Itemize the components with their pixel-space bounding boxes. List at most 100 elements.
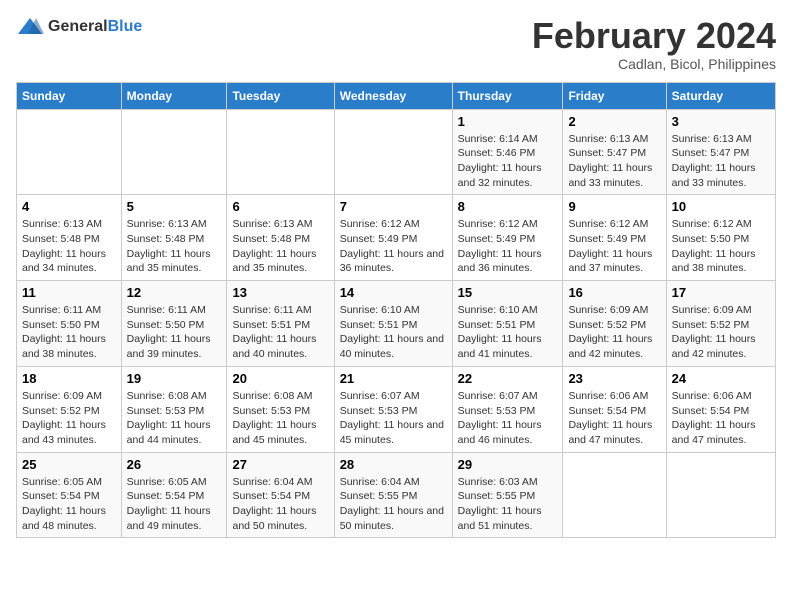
calendar-cell: 29 Sunrise: 6:03 AMSunset: 5:55 PMDayligh… xyxy=(452,452,563,538)
day-number: 16 xyxy=(568,285,660,300)
week-row-1: 1 Sunrise: 6:14 AMSunset: 5:46 PMDaylight… xyxy=(17,109,776,195)
calendar-cell: 8Sunrise: 6:12 AMSunset: 5:49 PMDaylight… xyxy=(452,195,563,281)
calendar-cell: 15Sunrise: 6:10 AMSunset: 5:51 PMDayligh… xyxy=(452,281,563,367)
day-number: 9 xyxy=(568,199,660,214)
day-number: 2 xyxy=(568,114,660,129)
calendar-cell xyxy=(121,109,227,195)
calendar-cell: 7Sunrise: 6:12 AMSunset: 5:49 PMDaylight… xyxy=(334,195,452,281)
day-number: 28 xyxy=(340,457,447,472)
cell-info: Sunrise: 6:08 AMSunset: 5:53 PMDaylight:… xyxy=(127,389,222,448)
cell-info: Sunrise: 6:09 AMSunset: 5:52 PMDaylight:… xyxy=(22,389,116,448)
day-number: 15 xyxy=(458,285,558,300)
calendar-cell: 12 Sunrise: 6:11 AMSunset: 5:50 PMDayligh… xyxy=(121,281,227,367)
day-number: 21 xyxy=(340,371,447,386)
day-number: 26 xyxy=(127,457,222,472)
calendar-cell: 14Sunrise: 6:10 AMSunset: 5:51 PMDayligh… xyxy=(334,281,452,367)
calendar-cell: 23 Sunrise: 6:06 AMSunset: 5:54 PMDayligh… xyxy=(563,366,666,452)
calendar-cell: 27 Sunrise: 6:04 AMSunset: 5:54 PMDayligh… xyxy=(227,452,334,538)
calendar-cell: 9 Sunrise: 6:12 AMSunset: 5:49 PMDaylight… xyxy=(563,195,666,281)
calendar-cell: 13 Sunrise: 6:11 AMSunset: 5:51 PMDayligh… xyxy=(227,281,334,367)
column-header-saturday: Saturday xyxy=(666,82,775,109)
cell-info: Sunrise: 6:11 AMSunset: 5:50 PMDaylight:… xyxy=(127,303,222,362)
calendar-table: SundayMondayTuesdayWednesdayThursdayFrid… xyxy=(16,82,776,539)
day-number: 19 xyxy=(127,371,222,386)
day-number: 6 xyxy=(232,199,328,214)
cell-info: Sunrise: 6:13 AMSunset: 5:47 PMDaylight:… xyxy=(672,132,770,191)
cell-info: Sunrise: 6:03 AMSunset: 5:55 PMDaylight:… xyxy=(458,475,558,534)
cell-info: Sunrise: 6:13 AMSunset: 5:47 PMDaylight:… xyxy=(568,132,660,191)
day-number: 20 xyxy=(232,371,328,386)
cell-info: Sunrise: 6:12 AMSunset: 5:49 PMDaylight:… xyxy=(340,217,447,276)
page-header: GeneralBlue February 2024 Cadlan, Bicol,… xyxy=(16,16,776,72)
cell-info: Sunrise: 6:09 AMSunset: 5:52 PMDaylight:… xyxy=(672,303,770,362)
cell-info: Sunrise: 6:11 AMSunset: 5:51 PMDaylight:… xyxy=(232,303,328,362)
column-header-tuesday: Tuesday xyxy=(227,82,334,109)
week-row-2: 4 Sunrise: 6:13 AMSunset: 5:48 PMDaylight… xyxy=(17,195,776,281)
week-row-5: 25Sunrise: 6:05 AMSunset: 5:54 PMDayligh… xyxy=(17,452,776,538)
day-number: 17 xyxy=(672,285,770,300)
calendar-cell: 11 Sunrise: 6:11 AMSunset: 5:50 PMDayligh… xyxy=(17,281,122,367)
day-number: 8 xyxy=(458,199,558,214)
calendar-cell: 25Sunrise: 6:05 AMSunset: 5:54 PMDayligh… xyxy=(17,452,122,538)
cell-info: Sunrise: 6:14 AMSunset: 5:46 PMDaylight:… xyxy=(458,132,558,191)
day-number: 18 xyxy=(22,371,116,386)
calendar-cell: 5Sunrise: 6:13 AMSunset: 5:48 PMDaylight… xyxy=(121,195,227,281)
day-number: 3 xyxy=(672,114,770,129)
column-header-thursday: Thursday xyxy=(452,82,563,109)
day-number: 23 xyxy=(568,371,660,386)
calendar-cell: 17 Sunrise: 6:09 AMSunset: 5:52 PMDayligh… xyxy=(666,281,775,367)
cell-info: Sunrise: 6:07 AMSunset: 5:53 PMDaylight:… xyxy=(458,389,558,448)
logo-general: General xyxy=(48,18,108,35)
calendar-cell: 4 Sunrise: 6:13 AMSunset: 5:48 PMDaylight… xyxy=(17,195,122,281)
calendar-cell: 26Sunrise: 6:05 AMSunset: 5:54 PMDayligh… xyxy=(121,452,227,538)
calendar-cell: 21 Sunrise: 6:07 AMSunset: 5:53 PMDayligh… xyxy=(334,366,452,452)
cell-info: Sunrise: 6:13 AMSunset: 5:48 PMDaylight:… xyxy=(232,217,328,276)
cell-info: Sunrise: 6:10 AMSunset: 5:51 PMDaylight:… xyxy=(340,303,447,362)
calendar-cell: 3 Sunrise: 6:13 AMSunset: 5:47 PMDaylight… xyxy=(666,109,775,195)
calendar-cell: 20Sunrise: 6:08 AMSunset: 5:53 PMDayligh… xyxy=(227,366,334,452)
calendar-cell xyxy=(334,109,452,195)
day-number: 29 xyxy=(458,457,558,472)
calendar-cell xyxy=(666,452,775,538)
week-row-4: 18 Sunrise: 6:09 AMSunset: 5:52 PMDayligh… xyxy=(17,366,776,452)
logo: GeneralBlue xyxy=(16,16,142,38)
cell-info: Sunrise: 6:12 AMSunset: 5:49 PMDaylight:… xyxy=(568,217,660,276)
cell-info: Sunrise: 6:09 AMSunset: 5:52 PMDaylight:… xyxy=(568,303,660,362)
day-number: 1 xyxy=(458,114,558,129)
calendar-cell xyxy=(227,109,334,195)
cell-info: Sunrise: 6:07 AMSunset: 5:53 PMDaylight:… xyxy=(340,389,447,448)
day-number: 13 xyxy=(232,285,328,300)
calendar-cell: 2 Sunrise: 6:13 AMSunset: 5:47 PMDaylight… xyxy=(563,109,666,195)
logo-blue: Blue xyxy=(108,18,143,35)
column-header-monday: Monday xyxy=(121,82,227,109)
cell-info: Sunrise: 6:06 AMSunset: 5:54 PMDaylight:… xyxy=(672,389,770,448)
main-title: February 2024 xyxy=(532,16,776,56)
column-header-friday: Friday xyxy=(563,82,666,109)
calendar-cell: 16 Sunrise: 6:09 AMSunset: 5:52 PMDayligh… xyxy=(563,281,666,367)
week-row-3: 11 Sunrise: 6:11 AMSunset: 5:50 PMDayligh… xyxy=(17,281,776,367)
calendar-cell: 10 Sunrise: 6:12 AMSunset: 5:50 PMDayligh… xyxy=(666,195,775,281)
calendar-cell: 19 Sunrise: 6:08 AMSunset: 5:53 PMDayligh… xyxy=(121,366,227,452)
calendar-cell: 6 Sunrise: 6:13 AMSunset: 5:48 PMDaylight… xyxy=(227,195,334,281)
day-number: 24 xyxy=(672,371,770,386)
header-row: SundayMondayTuesdayWednesdayThursdayFrid… xyxy=(17,82,776,109)
calendar-cell xyxy=(17,109,122,195)
day-number: 27 xyxy=(232,457,328,472)
calendar-cell: 22Sunrise: 6:07 AMSunset: 5:53 PMDayligh… xyxy=(452,366,563,452)
day-number: 10 xyxy=(672,199,770,214)
cell-info: Sunrise: 6:11 AMSunset: 5:50 PMDaylight:… xyxy=(22,303,116,362)
day-number: 4 xyxy=(22,199,116,214)
cell-info: Sunrise: 6:12 AMSunset: 5:50 PMDaylight:… xyxy=(672,217,770,276)
day-number: 11 xyxy=(22,285,116,300)
cell-info: Sunrise: 6:04 AMSunset: 5:55 PMDaylight:… xyxy=(340,475,447,534)
cell-info: Sunrise: 6:04 AMSunset: 5:54 PMDaylight:… xyxy=(232,475,328,534)
sub-title: Cadlan, Bicol, Philippines xyxy=(532,56,776,72)
cell-info: Sunrise: 6:13 AMSunset: 5:48 PMDaylight:… xyxy=(22,217,116,276)
cell-info: Sunrise: 6:05 AMSunset: 5:54 PMDaylight:… xyxy=(22,475,116,534)
cell-info: Sunrise: 6:13 AMSunset: 5:48 PMDaylight:… xyxy=(127,217,222,276)
column-header-sunday: Sunday xyxy=(17,82,122,109)
calendar-cell: 28 Sunrise: 6:04 AMSunset: 5:55 PMDayligh… xyxy=(334,452,452,538)
cell-info: Sunrise: 6:06 AMSunset: 5:54 PMDaylight:… xyxy=(568,389,660,448)
calendar-cell: 24 Sunrise: 6:06 AMSunset: 5:54 PMDayligh… xyxy=(666,366,775,452)
day-number: 12 xyxy=(127,285,222,300)
